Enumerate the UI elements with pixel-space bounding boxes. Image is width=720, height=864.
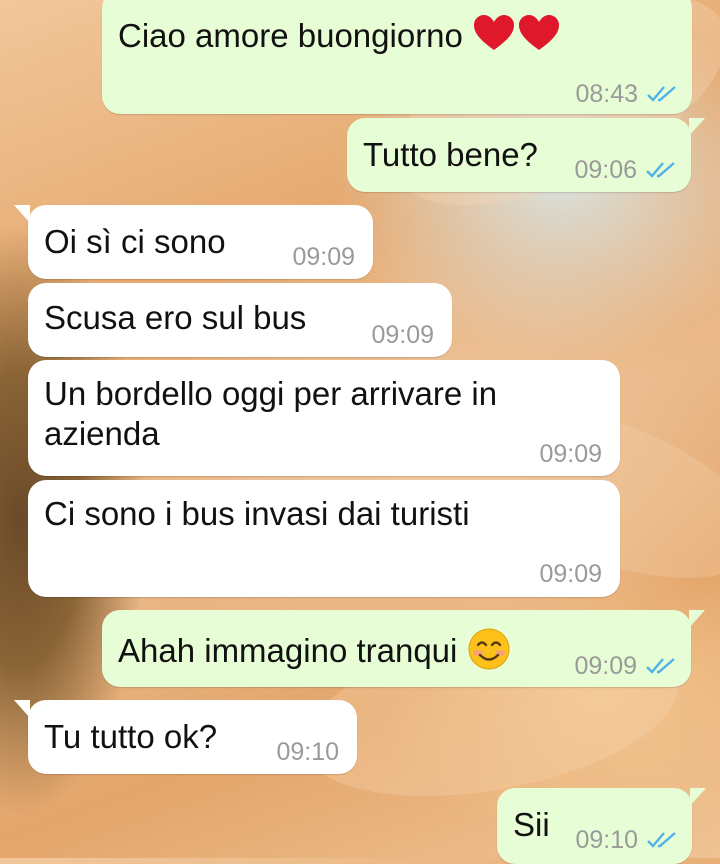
message-timestamp: 09:10 [575, 826, 638, 854]
double-check-read-icon [647, 86, 676, 102]
double-check-read-icon [646, 162, 675, 178]
message-timestamp: 08:43 [575, 80, 638, 108]
message-text: Ahah immagino tranqui [118, 632, 458, 670]
message-bubble-outgoing[interactable]: Sii 09:10 [497, 788, 706, 864]
message-timestamp: 09:09 [574, 652, 637, 680]
heart-emoji-icon [472, 14, 562, 63]
double-check-read-icon [647, 832, 676, 848]
message-text: Scusa ero sul bus [44, 299, 307, 336]
message-timestamp: 09:06 [574, 156, 637, 184]
message-text: Sii [513, 806, 550, 843]
message-timestamp: 09:09 [371, 321, 434, 349]
message-text: Tu tutto ok? [44, 718, 218, 755]
message-timestamp: 09:09 [539, 440, 602, 468]
message-text: Ci sono i bus invasi dai turisti [44, 495, 470, 532]
message-text: Ciao amore buongiorno [118, 17, 463, 55]
message-bubble-incoming[interactable]: Oi sì ci sono 09:09 [14, 205, 373, 279]
message-bubble-incoming[interactable]: Tu tutto ok? 09:10 [14, 700, 357, 774]
message-timestamp: 09:09 [292, 243, 355, 271]
message-bubble-outgoing[interactable]: Ahah immagino tranqui 09:09 [102, 610, 705, 687]
message-text: Tutto bene? [363, 136, 538, 173]
message-bubble-outgoing[interactable]: Tutto bene? 09:06 [347, 118, 705, 192]
message-timestamp: 09:09 [539, 560, 602, 588]
double-check-read-icon [646, 658, 675, 674]
message-timestamp: 09:10 [276, 738, 339, 766]
message-bubble-outgoing[interactable]: Ciao amore buongiorno 08:43 [102, 0, 692, 114]
message-text: Oi sì ci sono [44, 223, 226, 260]
smiling-face-emoji-icon [467, 627, 511, 680]
message-bubble-incoming[interactable]: Scusa ero sul bus 09:09 [28, 283, 452, 357]
message-bubble-incoming[interactable]: Un bordello oggi per arrivare in azienda… [28, 360, 620, 476]
message-bubble-incoming[interactable]: Ci sono i bus invasi dai turisti 09:09 [28, 480, 620, 597]
message-text: Un bordello oggi per arrivare in azienda [44, 375, 498, 452]
